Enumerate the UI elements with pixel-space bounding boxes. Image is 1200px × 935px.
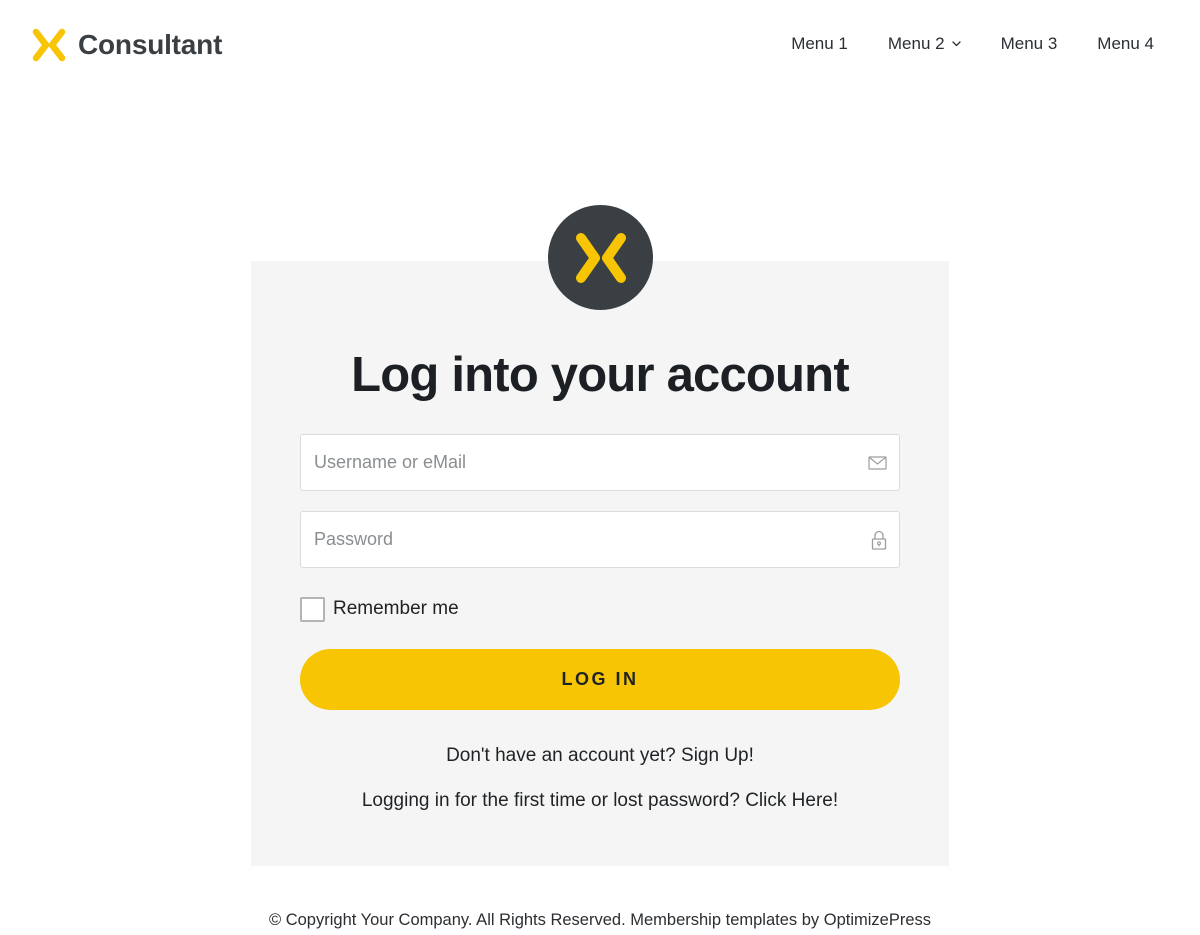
nav-menu-4-label: Menu 4 (1097, 34, 1154, 53)
nav-menu-1-label: Menu 1 (791, 34, 848, 53)
nav-menu-2[interactable]: Menu 2 (888, 33, 961, 55)
login-title: Log into your account (351, 348, 849, 402)
reset-password-link[interactable]: Logging in for the first time or lost pa… (251, 789, 949, 813)
password-input[interactable] (301, 512, 841, 567)
nav-menu-3-label: Menu 3 (1000, 34, 1058, 53)
chevron-down-icon (951, 41, 961, 47)
x-logo-icon (32, 28, 66, 62)
remember-me[interactable]: Remember me (300, 596, 459, 622)
remember-me-checkbox[interactable] (300, 596, 325, 622)
login-button[interactable]: LOG IN (300, 649, 900, 710)
main-nav: Menu 1 Menu 2 Menu 3 Menu 4 (791, 33, 1154, 55)
brand-name: Consultant (78, 29, 223, 60)
site-footer: © Copyright Your Company. All Rights Res… (268, 911, 932, 929)
nav-menu-3[interactable]: Menu 3 (1001, 33, 1058, 55)
x-logo-icon (575, 232, 626, 283)
password-field (300, 511, 900, 568)
username-field (300, 434, 900, 491)
signup-link[interactable]: Don't have an account yet? Sign Up! (251, 744, 949, 768)
envelope-icon (868, 455, 887, 470)
nav-menu-4[interactable]: Menu 4 (1097, 33, 1154, 55)
nav-menu-2-label: Menu 2 (887, 34, 945, 53)
login-badge (548, 205, 653, 310)
nav-menu-1[interactable]: Menu 1 (791, 33, 848, 55)
lock-icon (871, 530, 887, 550)
site-header: Consultant Menu 1 Menu 2 Menu 3 Menu 4 (0, 0, 1200, 90)
brand-logo-link[interactable]: Consultant (31, 28, 222, 62)
remember-me-label: Remember me (333, 598, 459, 619)
username-input[interactable] (301, 435, 841, 490)
